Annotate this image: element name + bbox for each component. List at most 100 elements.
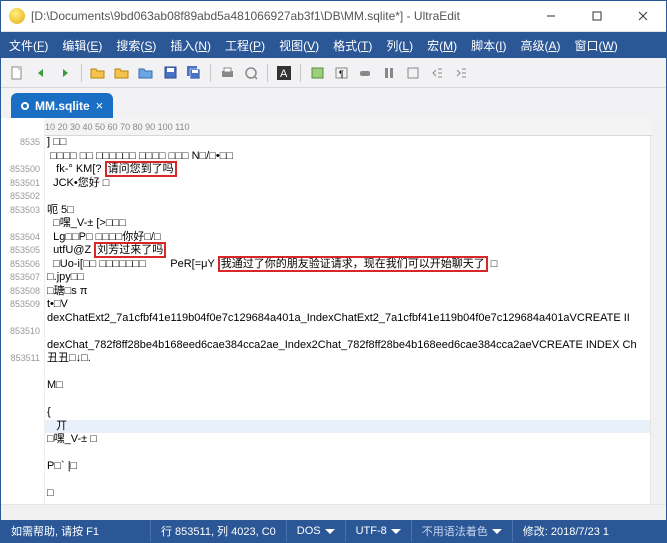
dropdown-icon [492, 529, 502, 534]
text-line[interactable]: □嘿_V-± [>□□□ [45, 217, 650, 231]
text-line[interactable]: t•□V [45, 298, 650, 312]
toolbar-separator [81, 64, 82, 82]
menu-s[interactable]: 搜索(S) [116, 37, 156, 54]
text-line[interactable] [45, 447, 650, 461]
text-line[interactable] [45, 366, 650, 380]
menu-a[interactable]: 高级(A) [520, 37, 560, 54]
close-button[interactable] [620, 1, 666, 31]
text-line[interactable]: ] □□ [45, 136, 650, 150]
highlighted-text: 刘芳过来了吗 [94, 242, 166, 258]
open-folder-icon[interactable] [88, 63, 108, 83]
save-all-icon[interactable] [184, 63, 204, 83]
status-encoding[interactable]: UTF-8 [346, 520, 412, 542]
status-mode[interactable]: DOS [287, 520, 346, 542]
menu-v[interactable]: 视图(V) [279, 37, 319, 54]
line-number [1, 420, 44, 434]
text-line[interactable]: P□` |□ [45, 460, 650, 474]
menu-m[interactable]: 宏(M) [427, 37, 457, 54]
menu-i[interactable]: 脚本(I) [471, 37, 506, 54]
text-line[interactable]: 丑丑□↓□. [45, 352, 650, 366]
editor-area: 10 20 30 40 50 60 70 80 90 100 110 8535 … [1, 118, 666, 504]
status-help: 如需帮助, 请按 F1 [1, 520, 151, 542]
line-number: 853507 [1, 271, 44, 285]
text-line[interactable]: dexChatExt2_7a1cfbf41e119b04f0e7c129684a… [45, 312, 650, 326]
text-line[interactable]: M□ [45, 379, 650, 393]
line-number [1, 433, 44, 447]
text-line[interactable]: fk-° KM[? 请问您到了吗 [45, 163, 650, 177]
text-content[interactable]: ] □□ □□□□ □□ □□□□□□ □□□□ □□□ N□/□•□□ fk-… [45, 118, 650, 504]
tab-modified-icon [21, 102, 29, 110]
menu-l[interactable]: 列(L) [386, 37, 413, 54]
text-line[interactable]: { [45, 406, 650, 420]
text-line[interactable]: □嘿_V-± □ [45, 433, 650, 447]
forward-icon[interactable] [55, 63, 75, 83]
line-number: 853506 [1, 258, 44, 272]
tab-mmsqlite[interactable]: MM.sqlite × [11, 93, 113, 118]
svg-text:¶: ¶ [339, 69, 344, 79]
status-syntax[interactable]: 不用语法着色 [412, 520, 513, 542]
line-number [1, 339, 44, 353]
text-line[interactable]: 呃 5□ [45, 204, 650, 218]
toolbar-separator [267, 64, 268, 82]
text-line[interactable]: □Uo-i[□□ □□□□□□□ PeR[=μY 我通过了你的朋友验证请求，现在… [45, 258, 650, 272]
menu-n[interactable]: 插入(N) [170, 37, 211, 54]
print-preview-icon[interactable] [241, 63, 261, 83]
text-line[interactable] [45, 474, 650, 488]
line-number: 853510 [1, 325, 44, 339]
toggle-icon[interactable] [355, 63, 375, 83]
horizontal-scrollbar[interactable] [1, 504, 666, 520]
text-line[interactable]: □.jpy□□ [45, 271, 650, 285]
dropdown-icon [391, 529, 401, 534]
line-wrap-icon[interactable] [307, 63, 327, 83]
text-line[interactable]: JCK•您好 □ [45, 177, 650, 191]
tab-label: MM.sqlite [35, 99, 90, 113]
menu-f[interactable]: 文件(F) [9, 37, 48, 54]
show-spaces-icon[interactable]: ¶ [331, 63, 351, 83]
line-number [1, 366, 44, 380]
line-number: 853500 [1, 163, 44, 177]
maximize-button[interactable] [574, 1, 620, 31]
text-line[interactable] [45, 325, 650, 339]
minimize-button[interactable] [528, 1, 574, 31]
menu-p[interactable]: 工程(P) [225, 37, 265, 54]
line-number: 853509 [1, 298, 44, 312]
line-number [1, 217, 44, 231]
text-line[interactable] [45, 393, 650, 407]
vertical-scrollbar[interactable] [650, 118, 666, 504]
text-line[interactable]: □瑭□s π [45, 285, 650, 299]
line-number: 853505 [1, 244, 44, 258]
indent-left-icon[interactable] [427, 63, 447, 83]
print-icon[interactable] [217, 63, 237, 83]
indent-right-icon[interactable] [451, 63, 471, 83]
menu-t[interactable]: 格式(T) [333, 37, 372, 54]
line-number: 853504 [1, 231, 44, 245]
tab-close-icon[interactable]: × [96, 98, 104, 113]
new-file-icon[interactable] [7, 63, 27, 83]
line-number: 853508 [1, 285, 44, 299]
text-line[interactable]: □ [45, 487, 650, 501]
text-line[interactable]: dexChat_782f8ff28be4b168eed6cae384cca2ae… [45, 339, 650, 353]
menu-w[interactable]: 窗口(W) [574, 37, 617, 54]
ruler-icon[interactable] [403, 63, 423, 83]
line-number [1, 487, 44, 501]
titlebar: [D:\Documents\9bd063ab08f89abd5a48106692… [1, 1, 666, 32]
open-recent-icon[interactable] [136, 63, 156, 83]
font-select-icon[interactable]: A [274, 63, 294, 83]
list-col-icon[interactable] [379, 63, 399, 83]
open-folder2-icon[interactable] [112, 63, 132, 83]
line-number [1, 379, 44, 393]
line-number [1, 150, 44, 164]
highlighted-text: 请问您到了吗 [105, 161, 177, 177]
line-number: 8535 [1, 136, 44, 150]
text-line[interactable]: 丌 [45, 420, 650, 434]
menubar: 文件(F) 编辑(E) 搜索(S) 插入(N) 工程(P) 视图(V) 格式(T) 列(L) 宏… [1, 32, 666, 58]
line-number: 853501 [1, 177, 44, 191]
status-modified: 修改: 2018/7/23 1 [513, 520, 666, 542]
line-number: 853503 [1, 204, 44, 218]
menu-e[interactable]: 编辑(E) [62, 37, 102, 54]
save-icon[interactable] [160, 63, 180, 83]
back-icon[interactable] [31, 63, 51, 83]
line-number [1, 406, 44, 420]
text-line[interactable] [45, 190, 650, 204]
tabbar: MM.sqlite × [1, 88, 666, 118]
